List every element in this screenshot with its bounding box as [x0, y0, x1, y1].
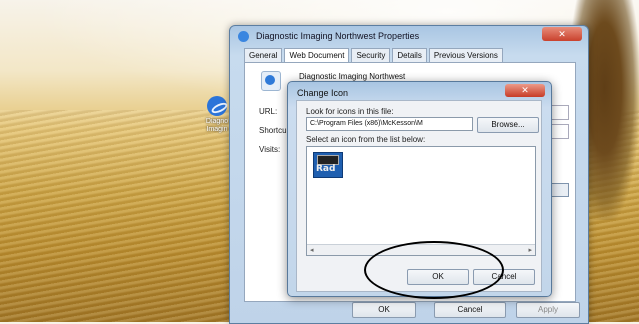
annotation-ring	[364, 241, 504, 299]
change-icon-title: Change Icon	[297, 88, 349, 98]
url-label: URL:	[259, 107, 278, 116]
tab-details[interactable]: Details	[392, 48, 427, 62]
tab-general[interactable]: General	[244, 48, 283, 62]
internet-explorer-icon	[207, 96, 227, 116]
visits-label: Visits:	[259, 145, 281, 154]
scroll-left-icon[interactable]: ◂	[310, 246, 314, 254]
icon-file-path-input[interactable]: C:\Program Files (x86)\McKesson\M	[306, 117, 473, 131]
properties-footer: OK Cancel Apply	[230, 293, 588, 323]
change-icon-close-button[interactable]: ✕	[505, 84, 545, 97]
properties-window-title: Diagnostic Imaging Northwest Properties	[256, 31, 420, 41]
scroll-right-icon[interactable]: ▸	[528, 246, 532, 254]
tab-previous-versions[interactable]: Previous Versions	[428, 48, 503, 62]
internet-shortcut-icon	[238, 31, 249, 42]
rad-icon[interactable]: Rad	[313, 152, 343, 178]
properties-close-button[interactable]: ✕	[542, 27, 582, 41]
look-for-icons-label: Look for icons in this file:	[306, 107, 394, 116]
properties-tabs: General Web Document Security Details Pr…	[244, 48, 505, 63]
properties-ok-button[interactable]: OK	[352, 302, 416, 318]
properties-cancel-button[interactable]: Cancel	[434, 302, 506, 318]
tab-web-document[interactable]: Web Document	[284, 48, 350, 63]
icon-list[interactable]: Rad ◂ ▸	[306, 146, 536, 256]
item-name: Diagnostic Imaging Northwest	[299, 72, 406, 81]
tab-security[interactable]: Security	[351, 48, 391, 62]
web-document-icon	[261, 71, 281, 91]
rad-icon-text: Rad	[316, 164, 336, 174]
properties-apply-button[interactable]: Apply	[516, 302, 580, 318]
browse-button[interactable]: Browse...	[477, 117, 539, 133]
shortcut-key-label: Shortcu	[259, 126, 287, 135]
select-icon-label: Select an icon from the list below:	[306, 135, 426, 144]
